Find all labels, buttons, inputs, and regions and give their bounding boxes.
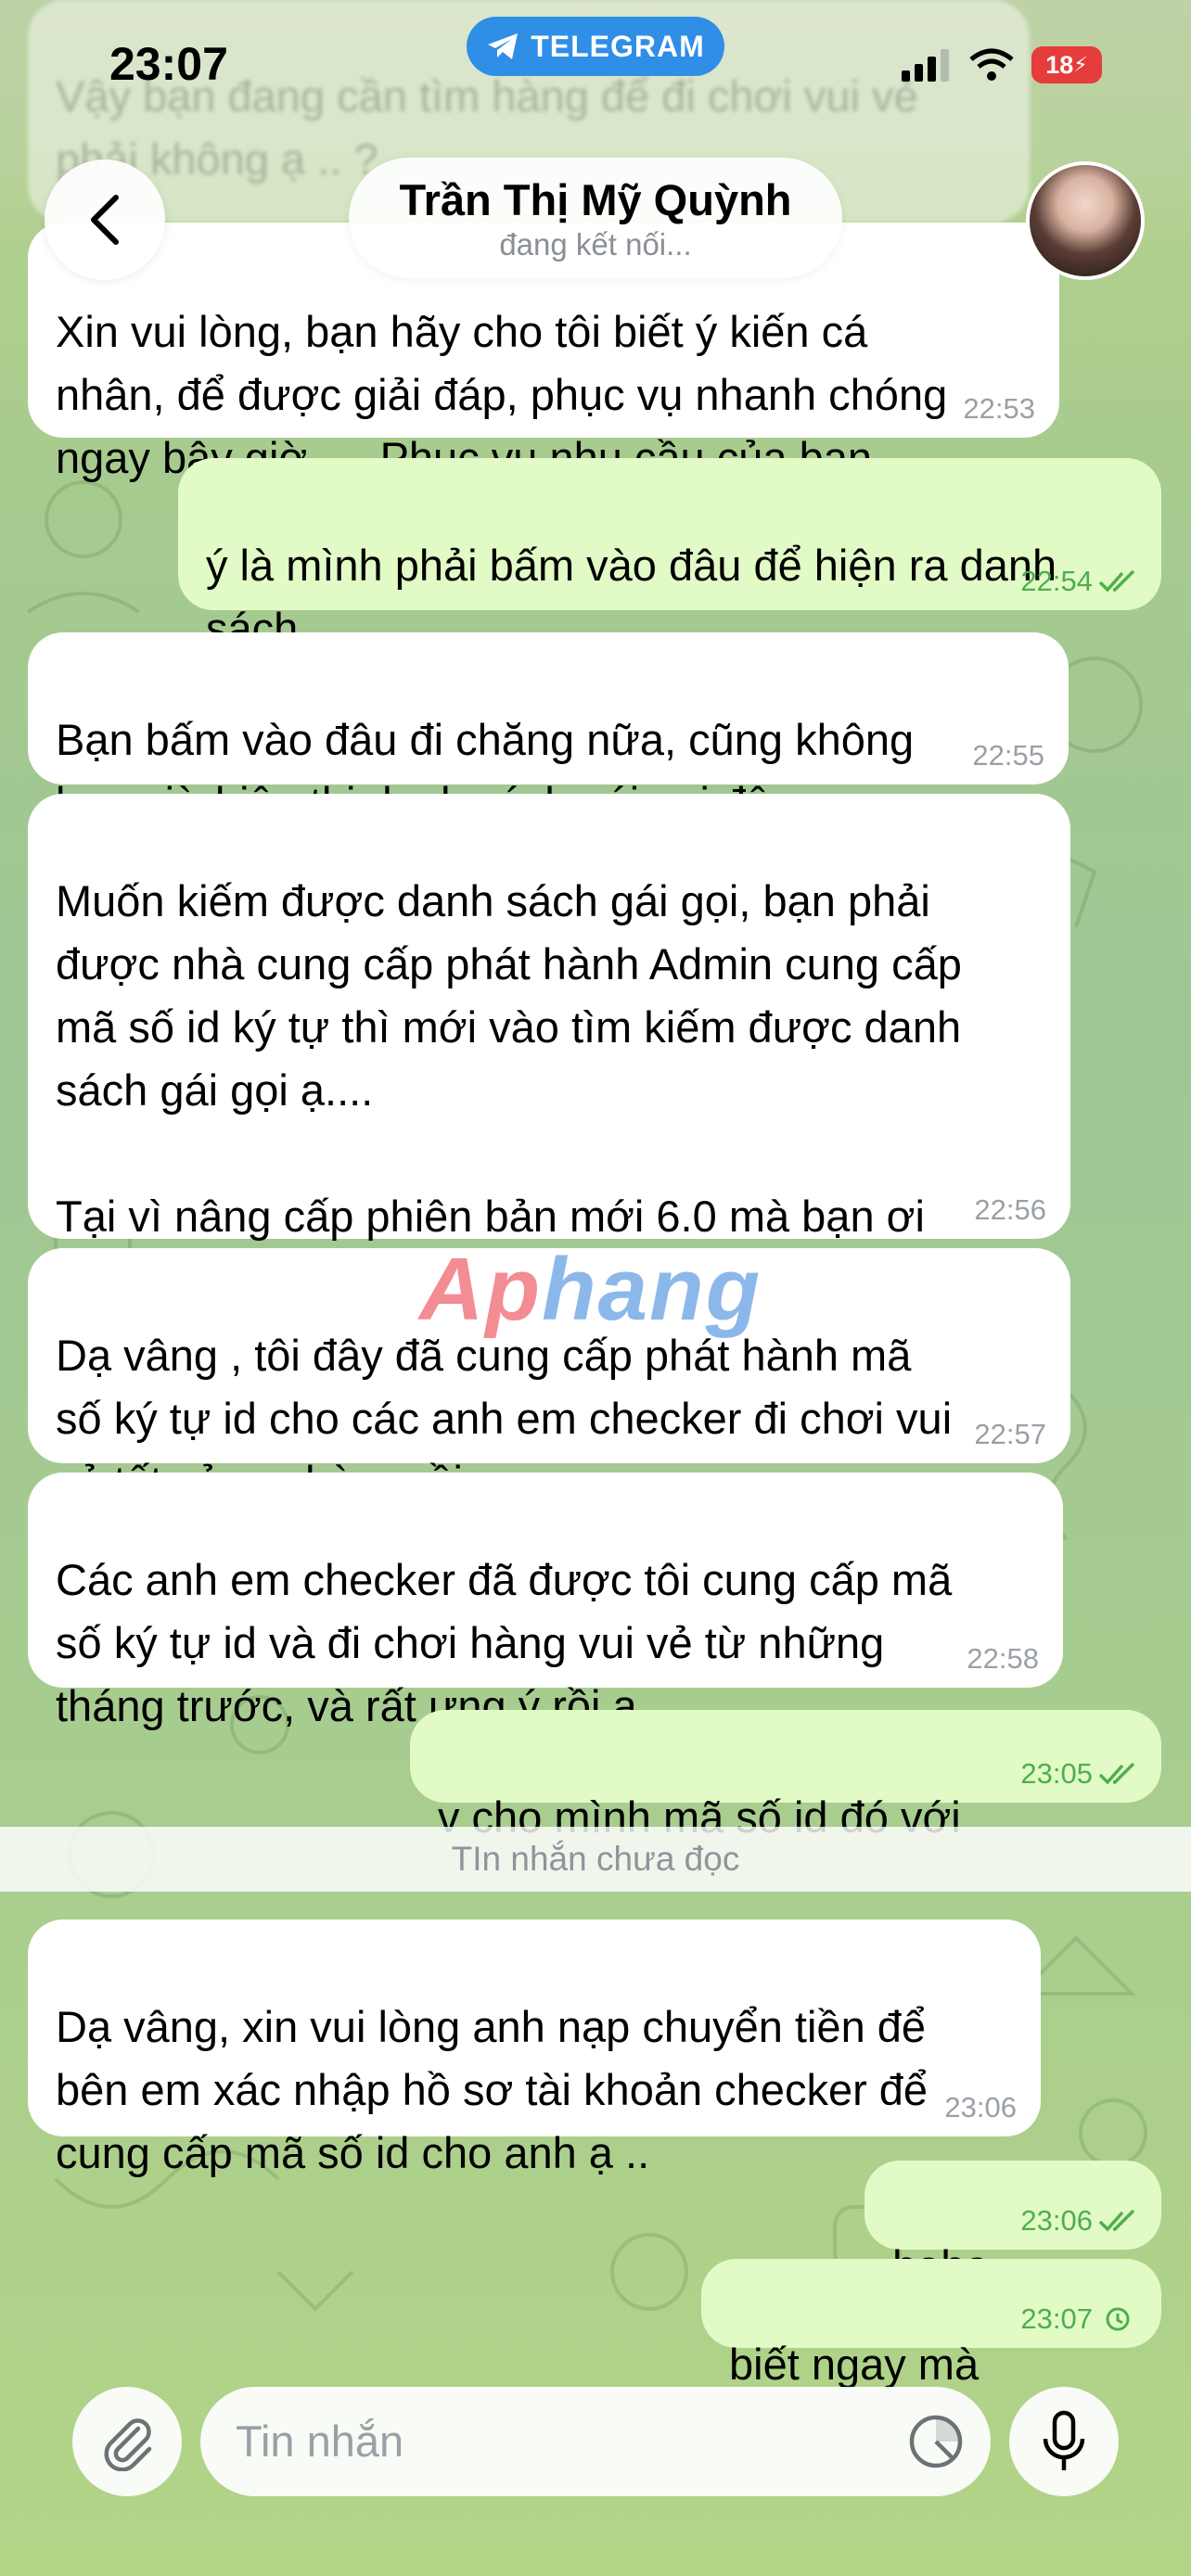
message-time: 23:05 [1020,1757,1093,1790]
message-text: Dạ vâng, xin vui lòng anh nạp chuyển tiề… [56,2002,928,2177]
voice-record-button[interactable] [1009,2387,1119,2496]
connection-status: đang kết nối... [499,227,692,261]
site-watermark: Aphang [419,1240,762,1339]
charging-bolt-icon: ⚡ [1073,53,1088,76]
read-double-check-icon [1098,1762,1135,1785]
telegram-plane-icon [488,33,519,59]
status-time: 23:07 [109,38,228,90]
paperclip-icon [104,2418,152,2471]
message-meta: 22:58 [967,1643,1039,1675]
message-meta: 22:57 [974,1419,1046,1450]
wifi-icon [969,48,1014,81]
contact-name: Trần Thị Mỹ Quỳnh [399,175,792,224]
battery-indicator: 18 ⚡ [1031,46,1102,83]
message-time: 22:53 [963,392,1035,425]
read-double-check-icon [1098,569,1135,593]
message-bubble-outgoing[interactable]: haha 23:06 [864,2161,1161,2290]
message-bubble-incoming[interactable]: Các anh em checker đã được tôi cung cấp … [28,1473,1063,1730]
message-input-placeholder: Tin nhắn [236,2417,404,2466]
status-icons: 18 ⚡ [900,46,1102,83]
message-bubble-incoming[interactable]: Muốn kiếm được danh sách gái gọi, bạn ph… [28,794,1070,1241]
message-time: 22:54 [1020,565,1093,597]
message-meta: 23:06 [1020,2205,1137,2237]
message-meta: 23:06 [944,2092,1017,2123]
attach-button[interactable] [72,2387,182,2496]
message-meta: 22:53 [963,393,1035,425]
message-text: Các anh em checker đã được tôi cung cấp … [56,1555,953,1730]
avatar[interactable] [1026,161,1145,280]
message-time: 22:57 [974,1418,1046,1450]
message-meta: 23:07 [1020,2303,1137,2335]
message-bubble-outgoing[interactable]: biết ngay mà 23:07 [701,2259,1161,2389]
message-list[interactable]: Vậy bạn đang cần tìm hàng để đi chơi vui… [0,0,1191,2576]
chevron-left-icon [91,195,119,245]
message-text: Muốn kiếm được danh sách gái gọi, bạn ph… [56,876,962,1241]
telegram-return-pill[interactable]: TELEGRAM [467,17,724,76]
message-time: 23:06 [944,2091,1017,2123]
message-bubble-incoming[interactable]: Dạ vâng, xin vui lòng anh nạp chuyển tiề… [28,1919,1041,2177]
pending-clock-icon [1106,2307,1130,2331]
chat-title[interactable]: Trần Thị Mỹ Quỳnh đang kết nối... [349,158,842,278]
message-text: biết ngay mà [729,2340,980,2389]
sticker-icon[interactable] [907,2413,965,2470]
message-meta: 22:55 [972,740,1044,772]
back-button[interactable] [45,159,165,280]
message-text: Xin vui lòng, bạn hãy cho tôi biết ý kiế… [56,307,948,482]
message-bubble-outgoing[interactable]: ý là mình phải bấm vào đâu để hiện ra da… [178,458,1161,653]
unread-divider: TIn nhắn chưa đọc [0,1827,1191,1892]
message-time: 22:58 [967,1642,1039,1675]
message-meta: 23:05 [1020,1758,1137,1790]
message-bubble-incoming[interactable]: Bạn bấm vào đâu đi chăng nữa, cũng không… [28,632,1069,827]
message-time: 23:06 [1020,2204,1093,2237]
read-double-check-icon [1098,2209,1135,2232]
message-time: 23:07 [1020,2302,1093,2335]
message-meta: 22:56 [974,1194,1046,1226]
telegram-pill-label: TELEGRAM [531,29,705,63]
message-time: 22:56 [974,1193,1046,1226]
cellular-signal-icon [902,49,949,82]
message-time: 22:55 [972,739,1044,772]
message-meta: 22:54 [1020,566,1137,597]
message-bubble-outgoing[interactable]: v cho mình mã số id đó với 23:05 [410,1710,1161,1842]
message-input[interactable]: Tin nhắn [200,2387,991,2496]
microphone-icon [1043,2410,1085,2470]
